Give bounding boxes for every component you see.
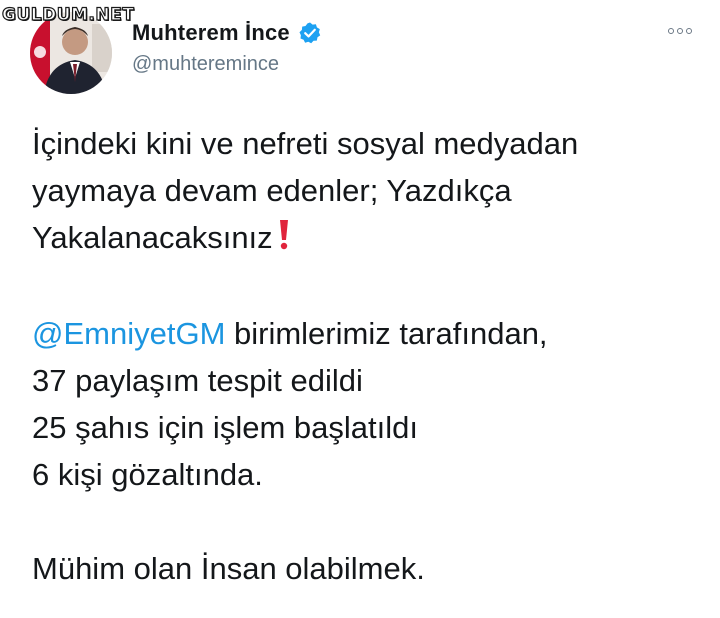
tweet-line: 37 paylaşım tespit edildi (32, 363, 363, 398)
tweet-line: yaymaya devam edenler; Yazdıkça (32, 173, 512, 208)
tweet-line: @EmniyetGM birimlerimiz tarafından, (32, 310, 712, 357)
tweet-line: İçindeki kini ve nefreti sosyal medyadan (32, 126, 579, 161)
author-name-row: Muhterem İnce (132, 20, 322, 46)
tweet-line-text: birimlerimiz tarafından, (225, 316, 548, 351)
tweet-card: GULDUM.NET Muhterem İnce @muhteremince İ… (0, 0, 720, 618)
more-options-icon[interactable] (668, 28, 692, 34)
tweet-line: 6 kişi gözaltında. (32, 457, 263, 492)
tweet-line-text: Yakalanacaksınız (32, 220, 273, 255)
tweet-line: 25 şahıs için işlem başlatıldı (32, 410, 418, 445)
mention-link[interactable]: @EmniyetGM (32, 316, 225, 351)
author-display-name[interactable]: Muhterem İnce (132, 20, 290, 46)
tweet-text: İçindeki kini ve nefreti sosyal medyadan… (32, 120, 712, 592)
tweet-line: Yakalanacaksınız (32, 214, 712, 263)
tweet-line: Mühim olan İnsan olabilmek. (32, 551, 425, 586)
author-handle[interactable]: @muhteremince (132, 53, 279, 76)
verified-badge-icon (298, 21, 322, 45)
red-exclamation-icon (277, 216, 291, 263)
watermark: GULDUM.NET (1, 4, 135, 25)
